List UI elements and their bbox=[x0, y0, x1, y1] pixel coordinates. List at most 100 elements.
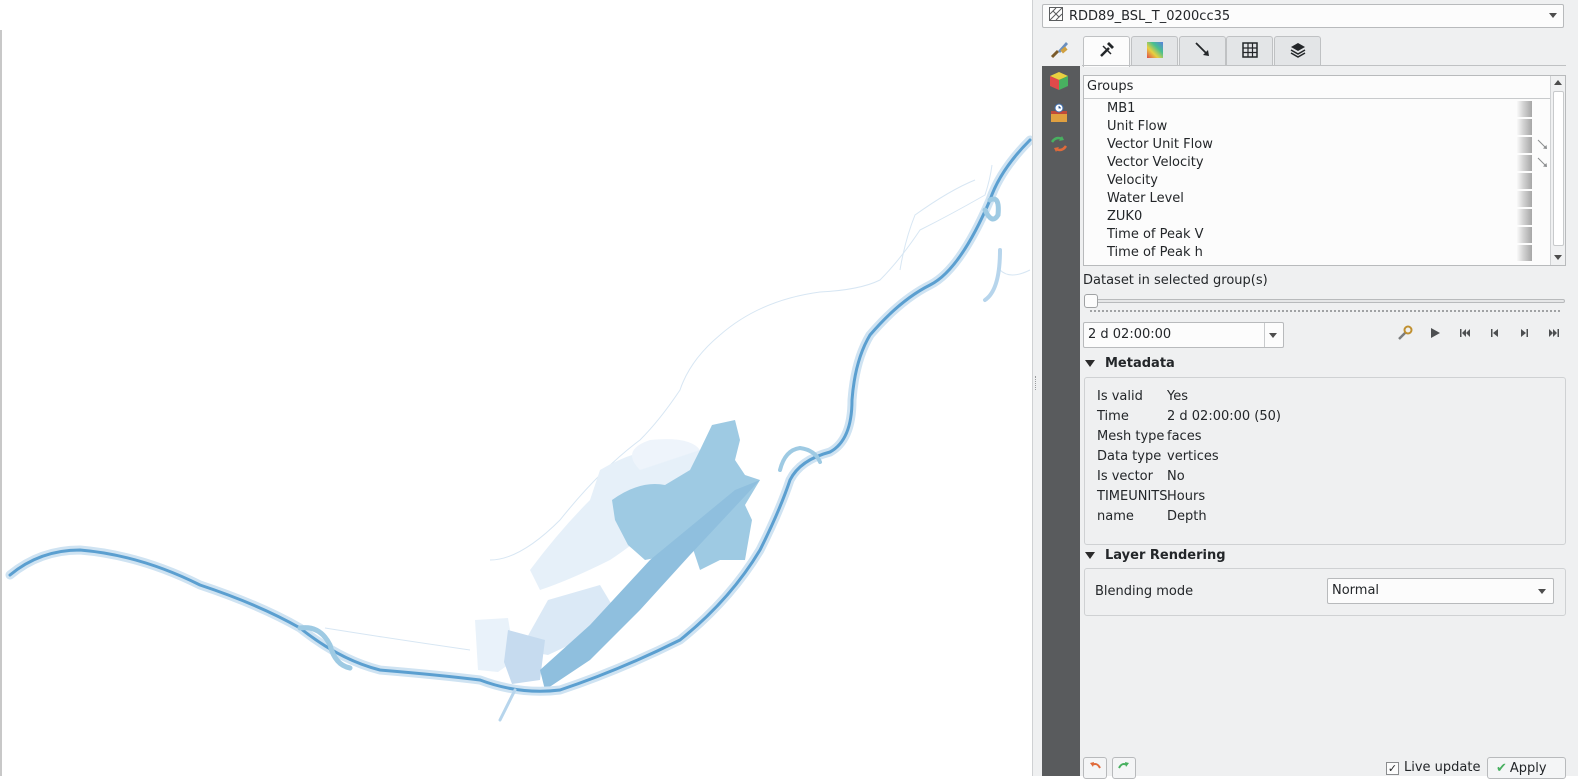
scalar-toggle-swatch[interactable] bbox=[1516, 245, 1532, 261]
cube-icon bbox=[1048, 70, 1070, 96]
render-3d-button[interactable] bbox=[1047, 71, 1071, 95]
layer-rendering-title: Layer Rendering bbox=[1105, 548, 1226, 563]
scalar-toggle-swatch[interactable] bbox=[1516, 191, 1532, 207]
metadata-section-toggle[interactable]: Metadata bbox=[1085, 356, 1175, 371]
layer-rendering-section-toggle[interactable]: Layer Rendering bbox=[1085, 548, 1226, 563]
skip-to-end-icon bbox=[1548, 327, 1560, 343]
scalar-toggle-swatch[interactable] bbox=[1516, 173, 1532, 189]
metadata-key: Time bbox=[1097, 409, 1129, 424]
redo-icon bbox=[1117, 759, 1131, 777]
tab-vectors[interactable] bbox=[1179, 36, 1226, 66]
mesh-depth-render bbox=[5, 135, 1032, 722]
play-icon bbox=[1429, 327, 1441, 343]
groups-header: Groups bbox=[1084, 76, 1551, 99]
groups-tree[interactable]: Groups MB1 Unit Flow Vector Unit Flow Vecto… bbox=[1083, 75, 1566, 266]
time-combo-value: 2 d 02:00:00 bbox=[1088, 327, 1172, 342]
group-item[interactable]: Unit Flow bbox=[1107, 118, 1167, 136]
combo-divider bbox=[1264, 323, 1265, 347]
chevron-down-icon bbox=[1549, 13, 1557, 18]
blending-mode-combo[interactable]: Normal bbox=[1327, 578, 1554, 604]
scalar-toggle-swatch[interactable] bbox=[1516, 155, 1532, 171]
group-item[interactable]: Time of Peak V bbox=[1107, 226, 1204, 244]
group-item[interactable]: ZUK0 bbox=[1107, 208, 1142, 226]
previous-frame-button[interactable] bbox=[1484, 324, 1506, 346]
metadata-key: Data type bbox=[1097, 449, 1162, 464]
group-item[interactable]: Time of Peak h bbox=[1107, 244, 1203, 262]
tab-layer-rendering[interactable] bbox=[1274, 36, 1321, 66]
group-item[interactable]: Vector Velocity bbox=[1107, 154, 1204, 172]
group-item[interactable]: Vector Unit Flow bbox=[1107, 136, 1213, 154]
scroll-down-icon[interactable] bbox=[1554, 255, 1562, 260]
blending-mode-value: Normal bbox=[1332, 583, 1380, 598]
live-update-label: Live update bbox=[1404, 760, 1481, 775]
scalar-toggle-swatch[interactable] bbox=[1516, 101, 1532, 117]
metadata-value: Hours bbox=[1167, 489, 1206, 504]
tab-baseline bbox=[1082, 65, 1566, 66]
scalar-toggle-swatch[interactable] bbox=[1516, 137, 1532, 153]
collapse-triangle-icon bbox=[1085, 552, 1095, 559]
next-frame-button[interactable] bbox=[1513, 324, 1535, 346]
style-brush-button[interactable] bbox=[1046, 38, 1074, 64]
metadata-value: Yes bbox=[1167, 389, 1188, 404]
step-back-icon bbox=[1489, 327, 1501, 343]
group-item[interactable]: Water Level bbox=[1107, 190, 1184, 208]
paintbrush-icon bbox=[1049, 38, 1071, 64]
scalar-toggle-swatch[interactable] bbox=[1516, 119, 1532, 135]
metadata-value: Depth bbox=[1167, 509, 1207, 524]
metadata-value: vertices bbox=[1167, 449, 1219, 464]
metadata-key: Is vector bbox=[1097, 469, 1153, 484]
last-frame-button[interactable] bbox=[1543, 324, 1565, 346]
main-river bbox=[5, 135, 1032, 722]
chevron-down-icon bbox=[1538, 589, 1546, 594]
metadata-key: TIMEUNITS bbox=[1097, 489, 1168, 504]
skip-to-start-icon bbox=[1459, 327, 1471, 343]
scroll-up-icon[interactable] bbox=[1554, 80, 1562, 85]
groups-scrollbar[interactable] bbox=[1550, 76, 1565, 265]
undo-icon bbox=[1088, 759, 1102, 777]
first-frame-button[interactable] bbox=[1454, 324, 1476, 346]
metadata-key: Is valid bbox=[1097, 389, 1143, 404]
scrollbar-thumb[interactable] bbox=[1553, 91, 1564, 246]
apply-button-label: Apply bbox=[1509, 760, 1547, 776]
side-toolbar bbox=[1042, 66, 1080, 776]
splitter-grip[interactable] bbox=[1035, 376, 1037, 390]
scalar-toggle-swatch[interactable] bbox=[1516, 227, 1532, 243]
time-settings-button[interactable] bbox=[1394, 324, 1416, 346]
group-item[interactable]: Velocity bbox=[1107, 172, 1158, 190]
metadata-value: faces bbox=[1167, 429, 1202, 444]
temporal-button[interactable] bbox=[1047, 103, 1071, 127]
live-update-checkbox[interactable]: ✓ bbox=[1386, 762, 1399, 775]
clock-calendar-icon bbox=[1048, 102, 1070, 128]
metadata-value: No bbox=[1167, 469, 1185, 484]
tab-contours[interactable] bbox=[1131, 36, 1178, 66]
layers-icon bbox=[1288, 40, 1308, 64]
panel-splitter[interactable] bbox=[1032, 0, 1042, 776]
dataset-label: Dataset in selected group(s) bbox=[1083, 273, 1268, 288]
group-item[interactable]: MB1 bbox=[1107, 100, 1135, 118]
time-combo[interactable]: 2 d 02:00:00 bbox=[1083, 322, 1284, 348]
scalar-toggle-swatch[interactable] bbox=[1516, 209, 1532, 225]
blending-mode-label: Blending mode bbox=[1095, 584, 1194, 599]
chevron-down-icon bbox=[1269, 333, 1277, 338]
metadata-key: Mesh type bbox=[1097, 429, 1165, 444]
vector-arrow-icon bbox=[1193, 40, 1213, 64]
vector-toggle-icon[interactable] bbox=[1537, 139, 1549, 151]
mesh-grid-icon bbox=[1241, 41, 1259, 63]
tab-symbology[interactable] bbox=[1083, 36, 1130, 67]
check-icon: ✔ bbox=[1496, 760, 1507, 776]
mesh-layer-icon bbox=[1049, 7, 1063, 25]
dataset-slider[interactable] bbox=[1088, 299, 1565, 303]
map-canvas[interactable] bbox=[0, 0, 1032, 776]
history-button[interactable] bbox=[1047, 134, 1071, 158]
layer-selector-combo[interactable]: RDD89_BSL_T_0200cc35 bbox=[1042, 4, 1564, 28]
vector-toggle-icon[interactable] bbox=[1537, 157, 1549, 169]
tab-mesh-frame[interactable] bbox=[1226, 36, 1273, 66]
dataset-slider-handle[interactable] bbox=[1084, 294, 1098, 308]
play-button[interactable] bbox=[1424, 324, 1446, 346]
hammer-icon bbox=[1097, 40, 1117, 64]
metadata-key: name bbox=[1097, 509, 1134, 524]
wrench-icon bbox=[1397, 325, 1413, 345]
collapse-triangle-icon bbox=[1085, 360, 1095, 367]
slider-ticks bbox=[1090, 310, 1560, 314]
metadata-title: Metadata bbox=[1105, 356, 1175, 371]
